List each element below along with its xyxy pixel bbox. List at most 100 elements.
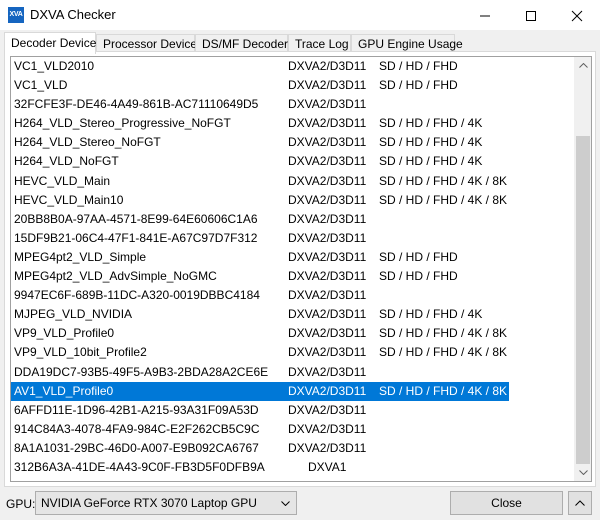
decoder-api: DXVA2/D3D11 <box>288 211 367 226</box>
decoder-api: DXVA2/D3D11 <box>288 192 367 207</box>
gpu-select[interactable]: NVIDIA GeForce RTX 3070 Laptop GPU <box>35 491 297 515</box>
decoder-resolutions: SD / HD / FHD / 4K / 8K <box>379 326 508 341</box>
minimize-icon <box>480 15 490 17</box>
decoder-name: H264_VLD_Stereo_Progressive_NoFGT <box>14 116 231 131</box>
decoder-rows: VC1_VLD2010 DXVA2/D3D11 SD / HD / FHD VC1_V… <box>11 57 577 477</box>
decoder-name: H264_VLD_Stereo_NoFGT <box>14 135 161 150</box>
decoder-api: DXVA2/D3D11 <box>288 59 367 73</box>
decoder-row[interactable]: H264_VLD_Stereo_NoFGT DXVA2/D3D11 SD / HD … <box>11 133 577 152</box>
decoder-resolutions: SD / HD / FHD / 4K / 8K <box>379 345 508 360</box>
decoder-row[interactable]: 914C84A3-4078-4FA9-984C-E2F262CB5C9C DXVA… <box>11 420 577 439</box>
decoder-name: VP9_VLD_Profile0 <box>14 326 115 341</box>
decoder-api: DXVA2/D3D11 <box>288 269 367 284</box>
decoder-api: DXVA2/D3D11 <box>288 154 367 169</box>
maximize-icon <box>526 11 536 21</box>
decoder-row[interactable]: 15DF9B21-06C4-47F1-841E-A67C97D7F312 DXVA… <box>11 229 577 248</box>
decoder-api: DXVA2/D3D11 <box>288 97 367 112</box>
decoder-resolutions: SD / HD / FHD / 4K <box>379 135 483 150</box>
decoder-row[interactable]: HEVC_VLD_Main DXVA2/D3D11 SD / HD / FHD / … <box>11 172 577 191</box>
decoder-resolutions: SD / HD / FHD / 4K <box>379 307 483 322</box>
chevron-up-icon <box>579 63 588 68</box>
footer-bar: GPU: NVIDIA GeForce RTX 3070 Laptop GPU … <box>0 488 600 520</box>
close-icon <box>571 10 583 22</box>
decoder-row[interactable]: 6AFFD11E-1D96-42B1-A215-93A31F09A53D DXVA… <box>11 401 577 420</box>
decoder-api: DXVA2/D3D11 <box>288 345 367 360</box>
decoder-row[interactable]: 9947EC6F-689B-11DC-A320-0019DBBC4184 DXVA… <box>11 286 577 305</box>
decoder-name: VC1_VLD2010 <box>14 59 95 73</box>
decoder-list[interactable]: VC1_VLD2010 DXVA2/D3D11 SD / HD / FHD VC1_V… <box>10 56 592 482</box>
gpu-select-value: NVIDIA GeForce RTX 3070 Laptop GPU <box>41 496 257 510</box>
title-bar: XVA DXVA Checker <box>0 0 600 30</box>
decoder-api: DXVA1 <box>308 459 347 474</box>
decoder-name: 9947EC6F-689B-11DC-A320-0019DBBC4184 <box>14 288 260 303</box>
decoder-api: DXVA2/D3D11 <box>288 78 367 93</box>
decoder-row[interactable]: 8A1A1031-29BC-46D0-A007-E9B092CA6767 DXVA… <box>11 439 577 458</box>
decoder-name: MPEG4pt2_VLD_Simple <box>14 249 147 264</box>
decoder-row[interactable]: MPEG4pt2_VLD_AdvSimple_NoGMC DXVA2/D3D11 S… <box>11 267 577 286</box>
decoder-name: 20BB8B0A-97AA-4571-8E99-64E60606C1A6 <box>14 211 258 226</box>
decoder-api: DXVA2/D3D11 <box>288 116 367 131</box>
window-close-button[interactable] <box>554 0 600 30</box>
collapse-button[interactable] <box>568 491 592 515</box>
scroll-up-button[interactable] <box>575 57 591 74</box>
decoder-row[interactable]: VC1_VLD2010 DXVA2/D3D11 SD / HD / FHD <box>11 57 577 76</box>
decoder-name: H264_VLD_NoFGT <box>14 154 119 169</box>
decoder-name: 15DF9B21-06C4-47F1-841E-A67C97D7F312 <box>14 230 258 245</box>
gpu-label: GPU: <box>6 497 36 511</box>
decoder-row[interactable]: MPEG4pt2_VLD_Simple DXVA2/D3D11 SD / HD / … <box>11 248 577 267</box>
decoder-name: MPEG4pt2_VLD_AdvSimple_NoGMC <box>14 269 217 284</box>
decoder-api: DXVA2/D3D11 <box>288 173 367 188</box>
decoder-name: 6AFFD11E-1D96-42B1-A215-93A31F09A53D <box>14 402 259 417</box>
close-button[interactable]: Close <box>450 491 563 515</box>
decoder-row[interactable]: VC1_VLD DXVA2/D3D11 SD / HD / FHD <box>11 76 577 95</box>
decoder-api: DXVA2/D3D11 <box>288 249 367 264</box>
maximize-button[interactable] <box>508 0 554 30</box>
decoder-row[interactable]: HEVC_VLD_Main10 DXVA2/D3D11 SD / HD / FHD … <box>11 191 577 210</box>
decoder-resolutions: SD / HD / FHD / 4K / 8K <box>379 173 508 188</box>
decoder-row[interactable]: DDA19DC7-93B5-49F5-A9B3-2BDA28A2CE6E DXVA… <box>11 363 577 382</box>
decoder-device-panel: VC1_VLD2010 DXVA2/D3D11 SD / HD / FHD VC1_V… <box>4 51 596 487</box>
decoder-name: HEVC_VLD_Main10 <box>14 192 124 207</box>
decoder-name: MJPEG_VLD_NVIDIA <box>14 307 133 322</box>
app-logo-icon: XVA <box>8 7 24 23</box>
decoder-resolutions: SD / HD / FHD <box>379 249 458 264</box>
decoder-row[interactable]: VP9_VLD_10bit_Profile2 DXVA2/D3D11 SD / HD… <box>11 343 577 362</box>
decoder-row[interactable]: VP9_VLD_Profile0 DXVA2/D3D11 SD / HD / FHD… <box>11 324 577 343</box>
decoder-api: DXVA2/D3D11 <box>288 440 367 455</box>
decoder-api: DXVA2/D3D11 <box>288 288 367 303</box>
decoder-name: 312B6A3A-41DE-4A43-9C0F-FB3D5F0DFB9A <box>14 459 265 474</box>
decoder-api: DXVA2/D3D11 <box>288 307 367 322</box>
window-body: Decoder Device Processor Device DS/MF De… <box>0 30 600 520</box>
decoder-name: 32FCFE3F-DE46-4A49-861B-AC71110649D5 <box>14 97 259 112</box>
chevron-down-icon <box>281 501 290 506</box>
tab-decoder-device[interactable]: Decoder Device <box>4 32 96 54</box>
decoder-resolutions: SD / HD / FHD / 4K <box>379 154 483 169</box>
decoder-api: DXVA2/D3D11 <box>288 383 367 398</box>
decoder-row[interactable]: H264_VLD_Stereo_Progressive_NoFGT DXVA2/D… <box>11 114 577 133</box>
chevron-up-icon <box>575 500 585 506</box>
decoder-api: DXVA2/D3D11 <box>288 364 367 379</box>
decoder-row[interactable]: 312B6A3A-41DE-4A43-9C0F-FB3D5F0DFB9A DXVA… <box>11 458 577 477</box>
decoder-resolutions: SD / HD / FHD <box>379 269 458 284</box>
decoder-row[interactable]: 20BB8B0A-97AA-4571-8E99-64E60606C1A6 DXVA… <box>11 210 577 229</box>
decoder-api: DXVA2/D3D11 <box>288 402 367 417</box>
decoder-resolutions: SD / HD / FHD <box>379 59 458 73</box>
decoder-name: VP9_VLD_10bit_Profile2 <box>14 345 147 360</box>
decoder-name: VC1_VLD <box>14 78 68 93</box>
decoder-name: AV1_VLD_Profile0 <box>14 383 114 398</box>
minimize-button[interactable] <box>462 0 508 30</box>
decoder-row[interactable]: H264_VLD_NoFGT DXVA2/D3D11 SD / HD / FHD /… <box>11 152 577 171</box>
decoder-row[interactable]: AV1_VLD_Profile0 DXVA2/D3D11 SD / HD / FHD… <box>11 381 509 401</box>
decoder-api: DXVA2/D3D11 <box>288 135 367 150</box>
scroll-thumb[interactable] <box>576 136 590 464</box>
vertical-scrollbar[interactable] <box>574 57 591 481</box>
decoder-name: DDA19DC7-93B5-49F5-A9B3-2BDA28A2CE6E <box>14 364 269 379</box>
decoder-row[interactable]: 32FCFE3F-DE46-4A49-861B-AC71110649D5 DXVA… <box>11 95 577 114</box>
decoder-row[interactable]: MJPEG_VLD_NVIDIA DXVA2/D3D11 SD / HD / FHD… <box>11 305 577 324</box>
decoder-resolutions: SD / HD / FHD / 4K <box>379 116 483 131</box>
decoder-resolutions: SD / HD / FHD / 4K / 8K <box>379 383 508 398</box>
decoder-api: DXVA2/D3D11 <box>288 326 367 341</box>
chevron-down-icon <box>579 470 588 475</box>
decoder-api: DXVA2/D3D11 <box>288 230 367 245</box>
scroll-down-button[interactable] <box>575 464 591 481</box>
